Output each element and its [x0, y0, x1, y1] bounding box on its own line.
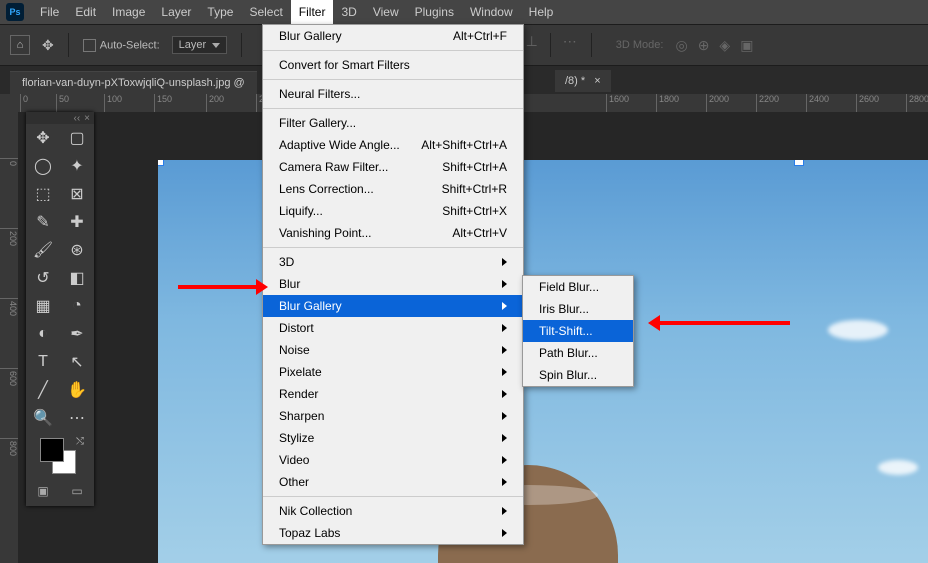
marquee-tool[interactable]: ▢	[60, 124, 94, 152]
lasso-tool[interactable]: ◯	[26, 152, 60, 180]
menu-help[interactable]: Help	[521, 0, 562, 24]
filter-menu-item[interactable]: Blur Gallery	[263, 295, 523, 317]
filter-menu-item[interactable]: Noise	[263, 339, 523, 361]
3d-mode-label: 3D Mode:	[616, 39, 664, 51]
tools-panel: ‹‹ × ✥ ▢ ◯ ✦ ⬚ ⊠ ✎ ✚ 🖌 ⊛ ↺ ◧ ▦ ◔ ◐ ✒ T ↖	[26, 112, 94, 506]
menu-file[interactable]: File	[32, 0, 67, 24]
blur-tool[interactable]: ◔	[60, 292, 94, 320]
blur-gallery-submenu: Field Blur...Iris Blur...Tilt-Shift...Pa…	[522, 275, 634, 387]
distribute-icon[interactable]: ⋯	[563, 33, 577, 57]
filter-menu-item[interactable]: Pixelate	[263, 361, 523, 383]
menu-view[interactable]: View	[365, 0, 407, 24]
filter-menu-item[interactable]: Video	[263, 449, 523, 471]
menu-window[interactable]: Window	[462, 0, 521, 24]
document-tab-2[interactable]: /8) * ×	[555, 70, 611, 92]
move-tool[interactable]: ✥	[26, 124, 60, 152]
dodge-tool[interactable]: ◐	[26, 320, 60, 348]
submenu-item[interactable]: Field Blur...	[523, 276, 633, 298]
filter-menu-item[interactable]: Adaptive Wide Angle...Alt+Shift+Ctrl+A	[263, 134, 523, 156]
annotation-arrow	[178, 285, 256, 289]
pen-tool[interactable]: ✒	[60, 320, 94, 348]
frame-tool[interactable]: ⊠	[60, 180, 94, 208]
selection-handle[interactable]	[794, 160, 804, 166]
filter-menu-item[interactable]: Lens Correction...Shift+Ctrl+R	[263, 178, 523, 200]
foreground-color[interactable]	[40, 438, 64, 462]
brush-tool[interactable]: 🖌	[26, 236, 60, 264]
quick-mask-icon[interactable]: ▣	[37, 484, 48, 498]
more-tools[interactable]: ⋯	[60, 404, 94, 432]
filter-menu-item[interactable]: Convert for Smart Filters	[263, 54, 523, 76]
submenu-item[interactable]: Tilt-Shift...	[523, 320, 633, 342]
orbit-icon[interactable]: ◎	[675, 37, 687, 54]
home-button[interactable]: ⌂	[10, 35, 30, 55]
pan-icon[interactable]: ⊕	[698, 37, 710, 54]
menu-type[interactable]: Type	[199, 0, 241, 24]
path-tool[interactable]: ↖	[60, 348, 94, 376]
filter-menu-item[interactable]: Other	[263, 471, 523, 493]
hand-tool[interactable]: ✋	[60, 376, 94, 404]
filter-menu-item[interactable]: Vanishing Point...Alt+Ctrl+V	[263, 222, 523, 244]
annotation-arrow	[660, 321, 790, 325]
screen-mode-icon[interactable]: ▭	[71, 484, 82, 498]
cloud-image	[828, 320, 888, 340]
menu-bar: Ps File Edit Image Layer Type Select Fil…	[0, 0, 928, 24]
submenu-item[interactable]: Iris Blur...	[523, 298, 633, 320]
filter-menu-item[interactable]: Render	[263, 383, 523, 405]
menu-plugins[interactable]: Plugins	[407, 0, 462, 24]
filter-menu-item[interactable]: 3D	[263, 251, 523, 273]
eraser-tool[interactable]: ◧	[60, 264, 94, 292]
collapse-icon[interactable]: ‹‹	[73, 113, 80, 124]
align-bottom-icon[interactable]: ⊥	[526, 33, 538, 57]
close-tab-icon[interactable]: ×	[594, 75, 600, 87]
clone-tool[interactable]: ⊛	[60, 236, 94, 264]
swap-colors-icon[interactable]: ⤭	[76, 436, 84, 447]
submenu-item[interactable]: Path Blur...	[523, 342, 633, 364]
close-icon[interactable]: ×	[84, 113, 90, 124]
ruler-vertical: 0 200 400 600 800	[0, 112, 18, 563]
panel-header[interactable]: ‹‹ ×	[26, 112, 94, 124]
filter-menu-item[interactable]: Neural Filters...	[263, 83, 523, 105]
menu-edit[interactable]: Edit	[67, 0, 104, 24]
submenu-item[interactable]: Spin Blur...	[523, 364, 633, 386]
document-tab[interactable]: florian-van-duyn-pXToxwjqliQ-unsplash.jp…	[10, 71, 257, 94]
filter-menu-item[interactable]: Sharpen	[263, 405, 523, 427]
filter-menu-item[interactable]: Nik Collection	[263, 500, 523, 522]
filter-menu-item[interactable]: Camera Raw Filter...Shift+Ctrl+A	[263, 156, 523, 178]
menu-select[interactable]: Select	[241, 0, 290, 24]
shape-tool[interactable]: ╱	[26, 376, 60, 404]
filter-menu-item[interactable]: Filter Gallery...	[263, 112, 523, 134]
auto-select-checkbox[interactable]: Auto-Select:	[83, 39, 160, 52]
healing-tool[interactable]: ✚	[60, 208, 94, 236]
dolly-icon[interactable]: ◈	[719, 37, 730, 54]
auto-select-dropdown[interactable]: Layer	[172, 36, 228, 54]
camera-icon[interactable]: ▣	[740, 37, 753, 54]
color-swatches[interactable]: ⤭	[26, 432, 94, 480]
crop-tool[interactable]: ⬚	[26, 180, 60, 208]
filter-menu-item[interactable]: Stylize	[263, 427, 523, 449]
3d-mode-icons[interactable]: ◎ ⊕ ◈ ▣	[675, 37, 753, 54]
filter-menu-item[interactable]: Blur GalleryAlt+Ctrl+F	[263, 25, 523, 47]
history-brush-tool[interactable]: ↺	[26, 264, 60, 292]
menu-filter[interactable]: Filter	[291, 0, 334, 24]
menu-image[interactable]: Image	[104, 0, 153, 24]
filter-menu-item[interactable]: Topaz Labs	[263, 522, 523, 544]
filter-menu-item[interactable]: Blur	[263, 273, 523, 295]
cloud-image	[878, 460, 918, 475]
filter-menu-dropdown: Blur GalleryAlt+Ctrl+F Convert for Smart …	[262, 24, 524, 545]
zoom-tool[interactable]: 🔍	[26, 404, 60, 432]
move-tool-icon: ✥	[42, 37, 54, 54]
filter-menu-item[interactable]: Distort	[263, 317, 523, 339]
magic-wand-tool[interactable]: ✦	[60, 152, 94, 180]
filter-menu-item[interactable]: Liquify...Shift+Ctrl+X	[263, 200, 523, 222]
eyedropper-tool[interactable]: ✎	[26, 208, 60, 236]
menu-3d[interactable]: 3D	[333, 0, 364, 24]
gradient-tool[interactable]: ▦	[26, 292, 60, 320]
menu-layer[interactable]: Layer	[153, 0, 199, 24]
selection-handle[interactable]	[158, 160, 164, 166]
type-tool[interactable]: T	[26, 348, 60, 376]
app-logo: Ps	[6, 3, 24, 21]
